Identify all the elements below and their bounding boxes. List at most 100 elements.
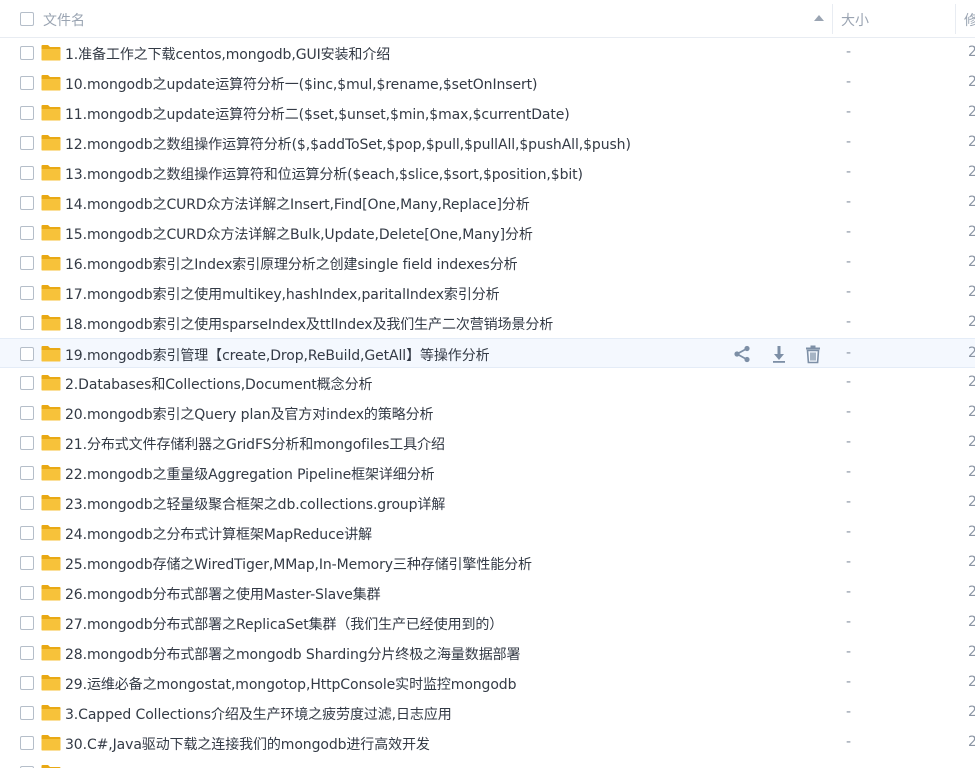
file-row[interactable]: 22.mongodb之重量级Aggregation Pipeline框架详细分析… bbox=[0, 458, 975, 488]
file-row[interactable]: 26.mongodb分布式部署之使用Master-Slave集群 - 2 bbox=[0, 578, 975, 608]
file-row[interactable]: 18.mongodb索引之使用sparseIndex及ttlIndex及我们生产… bbox=[0, 308, 975, 338]
file-name[interactable]: 18.mongodb索引之使用sparseIndex及ttlIndex及我们生产… bbox=[65, 314, 553, 334]
row-checkbox[interactable] bbox=[20, 136, 34, 150]
file-row[interactable]: 11.mongodb之update运算符分析二($set,$unset,$min… bbox=[0, 98, 975, 128]
column-header-size[interactable]: 大小 bbox=[841, 10, 869, 30]
row-checkbox[interactable] bbox=[20, 166, 34, 180]
row-checkbox[interactable] bbox=[20, 316, 34, 330]
file-name[interactable]: 17.mongodb索引之使用multikey,hashIndex,parita… bbox=[65, 284, 500, 304]
file-date: 2 bbox=[968, 134, 975, 150]
folder-icon bbox=[41, 765, 61, 768]
file-name[interactable]: 11.mongodb之update运算符分析二($set,$unset,$min… bbox=[65, 104, 570, 124]
file-row[interactable]: 27.mongodb分布式部署之ReplicaSet集群（我们生产已经使用到的）… bbox=[0, 608, 975, 638]
file-name[interactable]: 29.运维必备之mongostat,mongotop,HttpConsole实时… bbox=[65, 674, 516, 694]
column-header-date[interactable]: 修 bbox=[964, 10, 975, 30]
row-checkbox[interactable] bbox=[20, 347, 34, 361]
file-name[interactable]: 1.准备工作之下载centos,mongodb,GUI安装和介绍 bbox=[65, 44, 390, 64]
file-name[interactable]: 21.分布式文件存储利器之GridFS分析和mongofiles工具介绍 bbox=[65, 434, 445, 454]
file-row[interactable]: 30.C#,Java驱动下载之连接我们的mongodb进行高效开发 - 2 bbox=[0, 728, 975, 758]
delete-icon[interactable] bbox=[803, 344, 823, 364]
file-row[interactable]: 12.mongodb之数组操作运算符分析($,$addToSet,$pop,$p… bbox=[0, 128, 975, 158]
folder-icon bbox=[41, 465, 61, 481]
file-row[interactable]: 28.mongodb分布式部署之mongodb Sharding分片终极之海量数… bbox=[0, 638, 975, 668]
file-name[interactable]: 13.mongodb之数组操作运算符和位运算分析($each,$slice,$s… bbox=[65, 164, 583, 184]
file-size: - bbox=[846, 374, 852, 390]
file-list-header: 文件名 大小 修 bbox=[0, 0, 975, 38]
file-name[interactable]: 25.mongodb存储之WiredTiger,MMap,In-Memory三种… bbox=[65, 554, 532, 574]
file-row[interactable]: 14.mongodb之CURD众方法详解之Insert,Find[One,Man… bbox=[0, 188, 975, 218]
column-header-name[interactable]: 文件名 bbox=[43, 10, 85, 30]
file-row-partial[interactable] bbox=[0, 758, 975, 768]
folder-icon bbox=[41, 346, 61, 362]
row-checkbox[interactable] bbox=[20, 466, 34, 480]
row-checkbox[interactable] bbox=[20, 646, 34, 660]
file-row[interactable]: 2.Databases和Collections,Document概念分析 - 2 bbox=[0, 368, 975, 398]
file-row[interactable]: 15.mongodb之CURD众方法详解之Bulk,Update,Delete[… bbox=[0, 218, 975, 248]
file-row[interactable]: 23.mongodb之轻量级聚合框架之db.collections.group详… bbox=[0, 488, 975, 518]
row-checkbox[interactable] bbox=[20, 586, 34, 600]
row-checkbox[interactable] bbox=[20, 256, 34, 270]
file-row[interactable]: 25.mongodb存储之WiredTiger,MMap,In-Memory三种… bbox=[0, 548, 975, 578]
file-row[interactable]: 13.mongodb之数组操作运算符和位运算分析($each,$slice,$s… bbox=[0, 158, 975, 188]
file-row[interactable]: 16.mongodb索引之Index索引原理分析之创建single field … bbox=[0, 248, 975, 278]
row-checkbox[interactable] bbox=[20, 436, 34, 450]
row-checkbox[interactable] bbox=[20, 526, 34, 540]
file-name[interactable]: 15.mongodb之CURD众方法详解之Bulk,Update,Delete[… bbox=[65, 224, 533, 244]
row-checkbox[interactable] bbox=[20, 406, 34, 420]
file-date: 2 bbox=[968, 374, 975, 390]
select-all-checkbox[interactable] bbox=[20, 12, 34, 26]
row-checkbox[interactable] bbox=[20, 766, 34, 768]
file-date: 2 bbox=[968, 524, 975, 540]
file-row[interactable]: 19.mongodb索引管理【create,Drop,ReBuild,GetAl… bbox=[0, 338, 975, 368]
file-date: 2 bbox=[968, 164, 975, 180]
file-name[interactable]: 12.mongodb之数组操作运算符分析($,$addToSet,$pop,$p… bbox=[65, 134, 631, 154]
file-name[interactable]: 16.mongodb索引之Index索引原理分析之创建single field … bbox=[65, 254, 518, 274]
file-row[interactable]: 20.mongodb索引之Query plan及官方对index的策略分析 - … bbox=[0, 398, 975, 428]
file-name[interactable]: 19.mongodb索引管理【create,Drop,ReBuild,GetAl… bbox=[65, 345, 490, 365]
column-divider[interactable] bbox=[955, 4, 956, 34]
row-checkbox[interactable] bbox=[20, 706, 34, 720]
row-checkbox[interactable] bbox=[20, 226, 34, 240]
row-checkbox[interactable] bbox=[20, 676, 34, 690]
row-checkbox[interactable] bbox=[20, 556, 34, 570]
file-row[interactable]: 21.分布式文件存储利器之GridFS分析和mongofiles工具介绍 - 2 bbox=[0, 428, 975, 458]
sort-ascending-icon[interactable] bbox=[814, 15, 824, 21]
file-name[interactable]: 3.Capped Collections介绍及生产环境之疲劳度过滤,日志应用 bbox=[65, 704, 452, 724]
row-checkbox[interactable] bbox=[20, 286, 34, 300]
file-row[interactable]: 24.mongodb之分布式计算框架MapReduce讲解 - 2 bbox=[0, 518, 975, 548]
row-checkbox[interactable] bbox=[20, 196, 34, 210]
file-size: - bbox=[846, 464, 852, 480]
file-row[interactable]: 17.mongodb索引之使用multikey,hashIndex,parita… bbox=[0, 278, 975, 308]
column-divider[interactable] bbox=[832, 4, 833, 34]
file-date: 2 bbox=[968, 345, 975, 361]
file-row[interactable]: 3.Capped Collections介绍及生产环境之疲劳度过滤,日志应用 -… bbox=[0, 698, 975, 728]
row-checkbox[interactable] bbox=[20, 46, 34, 60]
file-name[interactable]: 26.mongodb分布式部署之使用Master-Slave集群 bbox=[65, 584, 381, 604]
file-name[interactable]: 23.mongodb之轻量级聚合框架之db.collections.group详… bbox=[65, 494, 445, 514]
file-row[interactable]: 10.mongodb之update运算符分析一($inc,$mul,$renam… bbox=[0, 68, 975, 98]
file-name[interactable]: 27.mongodb分布式部署之ReplicaSet集群（我们生产已经使用到的） bbox=[65, 614, 503, 634]
file-name[interactable]: 14.mongodb之CURD众方法详解之Insert,Find[One,Man… bbox=[65, 194, 530, 214]
folder-icon bbox=[41, 195, 61, 211]
file-name[interactable]: 2.Databases和Collections,Document概念分析 bbox=[65, 374, 372, 394]
file-name[interactable]: 10.mongodb之update运算符分析一($inc,$mul,$renam… bbox=[65, 74, 537, 94]
folder-icon bbox=[41, 315, 61, 331]
row-checkbox[interactable] bbox=[20, 616, 34, 630]
file-name[interactable]: 20.mongodb索引之Query plan及官方对index的策略分析 bbox=[65, 404, 434, 424]
file-row[interactable]: 1.准备工作之下载centos,mongodb,GUI安装和介绍 - 2 bbox=[0, 38, 975, 68]
folder-icon bbox=[41, 615, 61, 631]
share-icon[interactable] bbox=[732, 344, 752, 364]
file-name[interactable]: 22.mongodb之重量级Aggregation Pipeline框架详细分析 bbox=[65, 464, 435, 484]
row-checkbox[interactable] bbox=[20, 106, 34, 120]
file-name[interactable]: 24.mongodb之分布式计算框架MapReduce讲解 bbox=[65, 524, 372, 544]
file-name[interactable]: 28.mongodb分布式部署之mongodb Sharding分片终极之海量数… bbox=[65, 644, 521, 664]
row-checkbox[interactable] bbox=[20, 76, 34, 90]
file-row[interactable]: 29.运维必备之mongostat,mongotop,HttpConsole实时… bbox=[0, 668, 975, 698]
row-checkbox[interactable] bbox=[20, 496, 34, 510]
file-size: - bbox=[846, 734, 852, 750]
folder-icon bbox=[41, 165, 61, 181]
file-name[interactable]: 30.C#,Java驱动下载之连接我们的mongodb进行高效开发 bbox=[65, 734, 430, 754]
row-checkbox[interactable] bbox=[20, 376, 34, 390]
row-checkbox[interactable] bbox=[20, 736, 34, 750]
download-icon[interactable] bbox=[769, 344, 789, 364]
